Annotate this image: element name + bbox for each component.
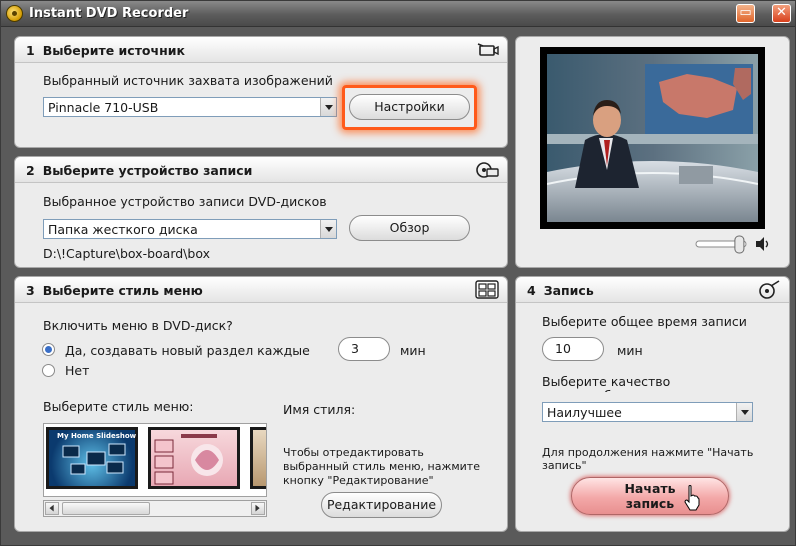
settings-button[interactable]: Настройки <box>349 94 470 120</box>
start-button-line1: Начать <box>624 481 676 496</box>
gallery-scrollbar[interactable] <box>43 500 267 517</box>
disc-drive-icon <box>476 162 499 178</box>
menu-style-gallery[interactable]: My Home Slideshow <box>43 423 267 497</box>
device-label: Выбранное устройство записи DVD-дисков <box>43 194 327 209</box>
camera-icon <box>477 43 499 56</box>
chapter-interval-input[interactable]: 3 <box>338 337 390 361</box>
speaker-icon[interactable] <box>754 235 772 253</box>
device-select[interactable]: Папка жесткого диска <box>43 219 337 239</box>
section-number: 4 <box>527 283 536 298</box>
scroll-left-icon[interactable] <box>45 502 59 515</box>
record-panel-header: 4 Запись <box>516 277 789 303</box>
chapter-interval-unit: мин <box>400 343 426 358</box>
menu-style-panel-header: 3 Выберите стиль меню <box>15 277 507 303</box>
chevron-down-icon[interactable] <box>320 98 336 116</box>
chevron-down-icon[interactable] <box>320 220 336 238</box>
scroll-right-icon[interactable] <box>251 502 265 515</box>
window-title: Instant DVD Recorder <box>29 6 189 21</box>
video-frame <box>540 47 765 229</box>
quality-label-clip: Выберите качество видеоизображения <box>542 375 762 392</box>
source-panel-header: 1 Выберите источник <box>15 37 507 63</box>
quality-label: Выберите качество видеоизображения <box>542 375 671 392</box>
app-window: Instant DVD Recorder ▭ ✕ 1 Выберите источ… <box>0 0 796 546</box>
section-title: Выберите источник <box>42 43 185 58</box>
disc-icon <box>6 5 23 22</box>
style-name-label: Имя стиля: <box>283 402 356 417</box>
title-bar: Instant DVD Recorder ▭ ✕ <box>1 1 795 27</box>
menu-style-thumb-3[interactable] <box>250 427 266 489</box>
close-button[interactable]: ✕ <box>772 4 791 23</box>
continue-hint: Для продолжения нажмите "Начать запись" <box>542 446 754 472</box>
edit-button[interactable]: Редактирование <box>321 492 442 518</box>
start-recording-button[interactable]: Начать запись <box>571 477 729 515</box>
radio-create-chapters[interactable] <box>42 343 55 356</box>
section-title: Выберите устройство записи <box>42 163 253 178</box>
start-button-line2: запись <box>625 496 675 511</box>
section-number: 3 <box>26 283 35 298</box>
option-no-label[interactable]: Нет <box>65 363 89 378</box>
chevron-down-icon[interactable] <box>736 403 752 421</box>
section-number: 2 <box>26 163 35 178</box>
total-time-unit: мин <box>617 343 643 358</box>
quality-select[interactable]: Наилучшее <box>542 402 753 422</box>
thumb-1-caption: My Home Slideshow <box>57 432 137 440</box>
section-title: Запись <box>543 283 594 298</box>
menu-style-thumb-1[interactable]: My Home Slideshow <box>46 427 138 489</box>
record-disc-icon <box>759 280 780 299</box>
option-yes-label[interactable]: Да, создавать новый раздел каждые <box>65 343 310 358</box>
edit-hint: Чтобы отредактировать выбранный стиль ме… <box>283 446 480 487</box>
device-select-value: Папка жесткого диска <box>48 222 198 237</box>
menu-style-thumb-2[interactable] <box>148 427 240 489</box>
scroll-thumb[interactable] <box>62 502 150 515</box>
include-menu-question: Включить меню в DVD-диск? <box>43 318 233 333</box>
video-preview <box>547 54 758 222</box>
mouse-cursor-icon <box>684 485 700 511</box>
device-panel-header: 2 Выберите устройство записи <box>15 157 507 183</box>
section-number: 1 <box>26 43 35 58</box>
minimize-button[interactable]: ▭ <box>736 4 755 23</box>
total-time-input[interactable]: 10 <box>542 337 604 361</box>
section-title: Выберите стиль меню <box>42 283 203 298</box>
video-preview-panel <box>515 36 790 268</box>
output-path: D:\!Capture\box-board\box <box>43 246 210 261</box>
browse-button[interactable]: Обзор <box>349 215 470 241</box>
source-label: Выбранный источник захвата изображений <box>43 73 333 88</box>
quality-select-value: Наилучшее <box>547 405 622 420</box>
source-select[interactable]: Pinnacle 710-USB <box>43 97 337 117</box>
menu-style-label: Выберите стиль меню: <box>43 399 194 414</box>
volume-slider[interactable] <box>694 235 750 255</box>
radio-no-menu[interactable] <box>42 364 55 377</box>
total-time-label: Выберите общее время записи <box>542 314 747 329</box>
source-select-value: Pinnacle 710-USB <box>48 100 159 115</box>
grid-icon <box>475 280 499 299</box>
